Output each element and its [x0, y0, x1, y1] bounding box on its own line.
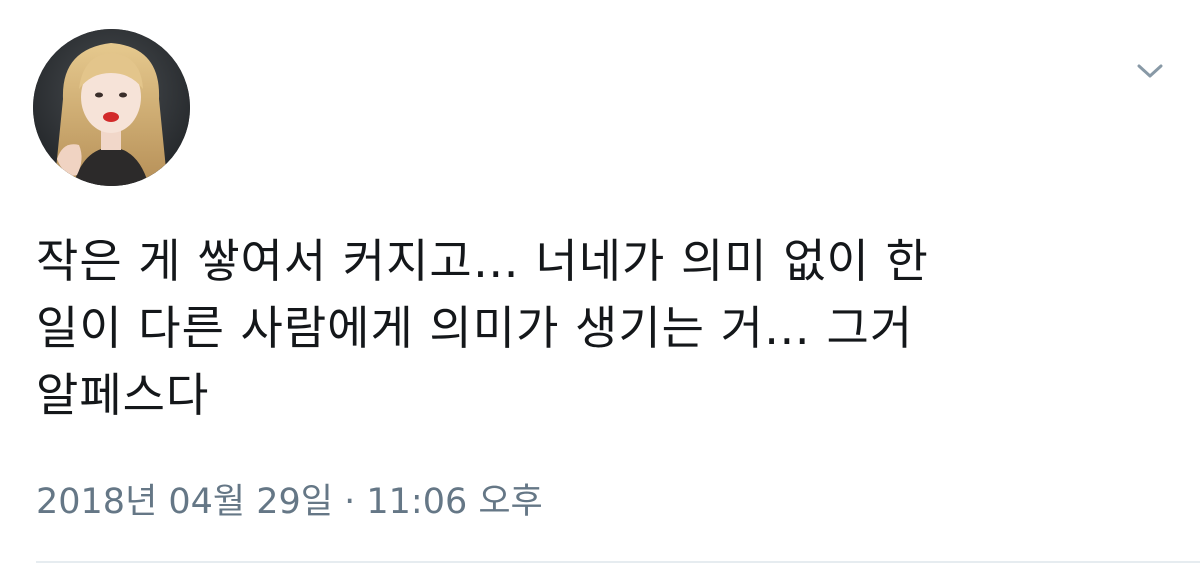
avatar[interactable] — [33, 29, 190, 186]
tweet-menu-button[interactable] — [1130, 54, 1170, 88]
tweet-text: 작은 게 쌓여서 커지고… 너네가 의미 없이 한 일이 다른 사람에게 의미가… — [36, 234, 929, 422]
chevron-down-icon — [1137, 64, 1163, 78]
tweet-timestamp[interactable]: 2018년 04월 29일 · 11:06 오후 — [36, 478, 543, 526]
tweet-card: 작은 게 쌓여서 커지고… 너네가 의미 없이 한 일이 다른 사람에게 의미가… — [0, 0, 1200, 565]
avatar-image — [33, 29, 190, 186]
divider — [36, 561, 1200, 563]
